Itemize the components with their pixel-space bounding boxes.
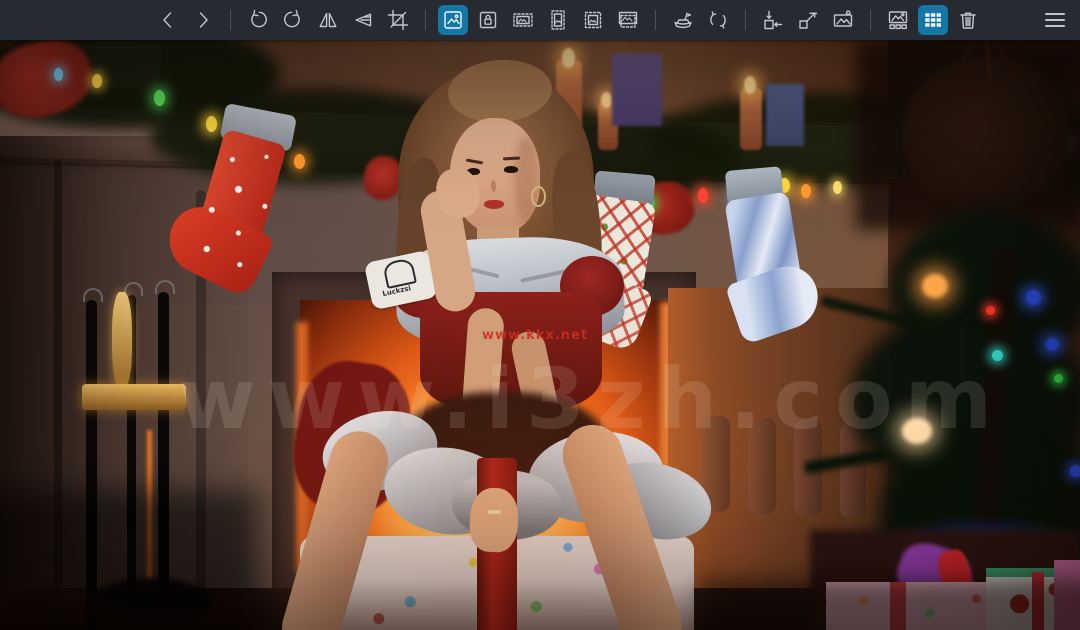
hamburger-menu-icon: [1044, 9, 1066, 31]
grid-view-button[interactable]: [918, 5, 948, 35]
flip-horizontal-button[interactable]: [313, 5, 343, 35]
girl-nose: [491, 180, 497, 192]
rotate-right-icon: [282, 9, 304, 31]
rotate-left-button[interactable]: [243, 5, 273, 35]
separator: [230, 10, 231, 30]
fit-width-icon: [512, 9, 534, 31]
shrink-to-fit-button[interactable]: [758, 5, 788, 35]
crop-icon: [387, 9, 409, 31]
delete-button[interactable]: [953, 5, 983, 35]
fit-window-button[interactable]: [578, 5, 608, 35]
tool-hook: [155, 280, 175, 294]
toolbar: [0, 0, 1080, 40]
tool-stand-bar: [82, 384, 186, 410]
watermark-small: www.kkx.net: [482, 328, 588, 343]
chevron-right-icon: [192, 9, 214, 31]
reset-icon: [707, 9, 729, 31]
lock-icon: [477, 9, 499, 31]
next-button[interactable]: [188, 5, 218, 35]
patch-bunny-ears: [382, 257, 417, 289]
reset-button[interactable]: [703, 5, 733, 35]
boat-icon: [672, 9, 694, 31]
actual-size-icon: [617, 9, 639, 31]
flip-horizontal-icon: [317, 9, 339, 31]
photo-canvas[interactable]: Luckzsi: [0, 40, 1080, 630]
previous-button[interactable]: [153, 5, 183, 35]
shrink-to-fit-icon: [762, 9, 784, 31]
image-mode-button[interactable]: [438, 5, 468, 35]
separator: [655, 10, 656, 30]
girl-eye: [504, 166, 518, 173]
tool-stand-finial: [112, 292, 132, 388]
girl-hand-pole: [468, 487, 519, 553]
chevron-left-icon: [157, 9, 179, 31]
image-icon: [442, 9, 464, 31]
fit-height-button[interactable]: [543, 5, 573, 35]
menu-button[interactable]: [1040, 5, 1070, 35]
enlarge-to-fit-button[interactable]: [793, 5, 823, 35]
fit-height-icon: [547, 9, 569, 31]
flip-vertical-icon: [352, 9, 374, 31]
separator: [425, 10, 426, 30]
separator: [870, 10, 871, 30]
girl-earring: [531, 186, 546, 207]
fit-width-button[interactable]: [508, 5, 538, 35]
tool-hook: [83, 288, 103, 302]
girl-ring: [488, 510, 501, 514]
wallpaper-button[interactable]: [828, 5, 858, 35]
girl-face-shadow: [514, 136, 540, 224]
wallpaper-icon: [832, 9, 854, 31]
corner-shadow: [0, 490, 260, 630]
girl-lips: [484, 200, 504, 209]
thumbnail-strip-button[interactable]: [883, 5, 913, 35]
flip-vertical-button[interactable]: [348, 5, 378, 35]
boat-button[interactable]: [668, 5, 698, 35]
lock-image-button[interactable]: [473, 5, 503, 35]
thumbnail-strip-icon: [887, 9, 909, 31]
grid-view-icon: [922, 9, 944, 31]
enlarge-to-fit-icon: [797, 9, 819, 31]
corner-shadow: [700, 580, 1080, 630]
fit-window-icon: [582, 9, 604, 31]
actual-size-button[interactable]: [613, 5, 643, 35]
watermark-large: www.i3zh.com: [178, 350, 1004, 448]
rotate-left-icon: [247, 9, 269, 31]
rotate-right-button[interactable]: [278, 5, 308, 35]
trash-icon: [957, 9, 979, 31]
separator: [745, 10, 746, 30]
crop-button[interactable]: [383, 5, 413, 35]
